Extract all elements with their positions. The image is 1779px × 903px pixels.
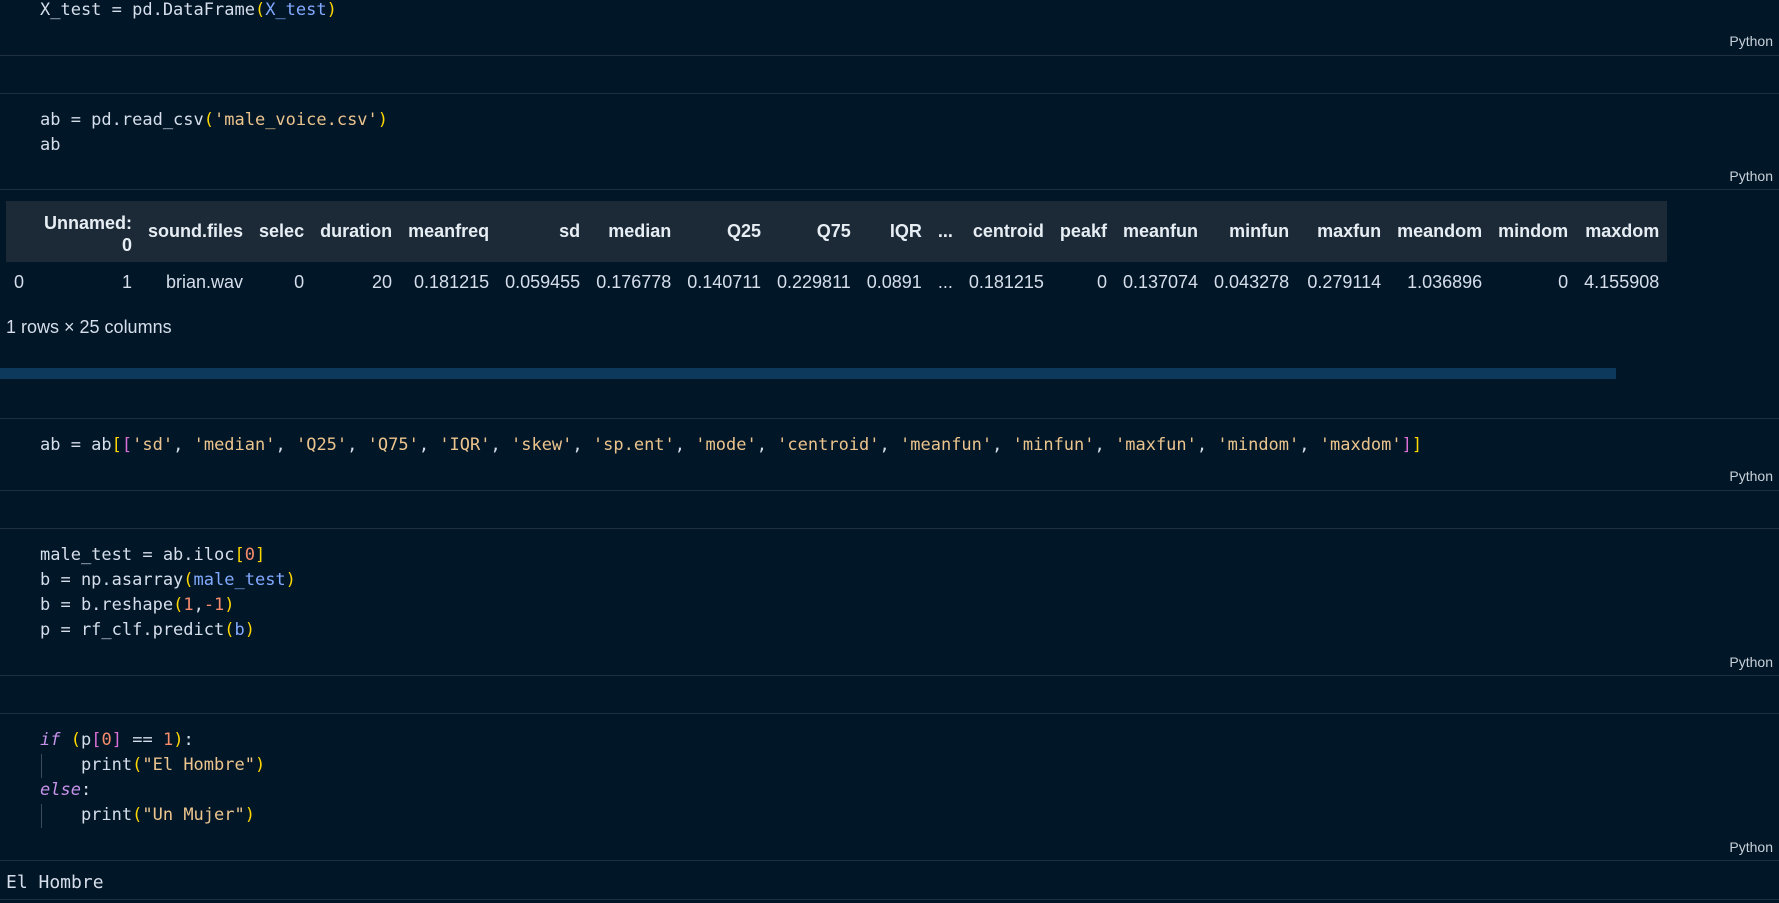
column-header: Q75 [816, 221, 851, 241]
cell-divider [0, 860, 1779, 861]
language-label[interactable]: Python [1729, 33, 1773, 49]
column-header: meanfreq [408, 221, 490, 241]
column-header: meanfun [1123, 221, 1199, 241]
table-cell: 1.036896 [1407, 271, 1483, 292]
table-cell: 0 [1558, 271, 1569, 292]
code-block: if (p[0] == 1): print("El Hombre") else:… [40, 730, 266, 825]
column-header: median [608, 221, 672, 241]
column-header [6, 201, 36, 262]
column-header: ... [937, 221, 953, 241]
column-header: maxdom [1585, 221, 1660, 241]
code-line: ab = ab[['sd', 'median', 'Q25', 'Q75', '… [40, 435, 1423, 455]
table-cell: 0.279114 [1307, 271, 1382, 292]
column-header: meandom [1397, 221, 1483, 241]
code-cell-4[interactable]: male_test = ab.iloc[0] b = np.asarray(ma… [0, 529, 1779, 675]
column-header: peakf [1059, 221, 1107, 241]
horizontal-scrollbar[interactable] [0, 368, 1616, 379]
cell-divider [0, 675, 1779, 676]
column-header: sound.files [148, 221, 244, 241]
column-header: mindom [1498, 221, 1569, 241]
table-cell: 20 [372, 271, 393, 292]
cell-divider [0, 899, 1779, 900]
code-cell-5[interactable]: if (p[0] == 1): print("El Hombre") else:… [0, 714, 1779, 860]
table-cell: 0.181215 [414, 271, 490, 292]
column-header: selec [259, 221, 305, 241]
language-label[interactable]: Python [1729, 654, 1773, 670]
table-cell: ... [937, 271, 953, 292]
dataframe-table: Unnamed: 0 sound.files selec duration mea… [6, 201, 1668, 302]
table-cell: 0.059455 [505, 271, 581, 292]
table-cell: 0.137074 [1122, 271, 1199, 292]
table-header-row: Unnamed: 0 sound.files selec duration mea… [6, 201, 1668, 262]
table-cell: 4.155908 [1584, 271, 1660, 292]
column-header: maxfun [1317, 221, 1382, 241]
column-header: duration [320, 221, 393, 241]
column-header: Q25 [726, 221, 762, 241]
cell-divider [0, 490, 1779, 491]
table-cell: 0.181215 [968, 271, 1044, 292]
dataframe-shape: 1 rows × 25 columns [6, 317, 172, 337]
code-line: X_test = pd.DataFrame(X_test) [40, 0, 337, 20]
cell-divider [0, 189, 1779, 190]
code-block: male_test = ab.iloc[0] b = np.asarray(ma… [40, 545, 296, 640]
code-cell-3[interactable]: ab = ab[['sd', 'median', 'Q25', 'Q75', '… [0, 419, 1779, 490]
row-index: 0 [14, 271, 25, 292]
column-header: sd [559, 221, 581, 241]
table-cell: 0.140711 [687, 271, 762, 292]
language-label[interactable]: Python [1729, 168, 1773, 184]
table-cell: 0.229811 [777, 271, 851, 292]
column-header: IQR [889, 221, 922, 241]
table-cell: 0 [294, 271, 305, 292]
table-row: 0 1 brian.wav 0 20 0.181215 0.059455 0.1… [6, 262, 1667, 302]
cell-output: El Hombre [6, 872, 104, 893]
table-cell: 1 [122, 271, 133, 292]
code-cell-1[interactable]: X_test = pd.DataFrame(X_test) Python [0, 0, 1779, 55]
cell-divider [0, 55, 1779, 56]
table-cell: 0.043278 [1214, 271, 1290, 292]
column-header: centroid [972, 221, 1044, 241]
table-cell: 0.0891 [866, 271, 922, 292]
language-label[interactable]: Python [1729, 468, 1773, 484]
code-cell-2[interactable]: ab = pd.read_csv('male_voice.csv') ab Py… [0, 94, 1779, 189]
code-block: ab = pd.read_csv('male_voice.csv') ab [40, 110, 389, 155]
table-cell: brian.wav [165, 271, 244, 292]
table-cell: 0 [1096, 271, 1107, 292]
language-label[interactable]: Python [1729, 839, 1773, 855]
table-cell: 0.176778 [596, 271, 672, 292]
column-header: minfun [1229, 221, 1290, 241]
column-header: Unnamed: 0 [44, 212, 133, 255]
